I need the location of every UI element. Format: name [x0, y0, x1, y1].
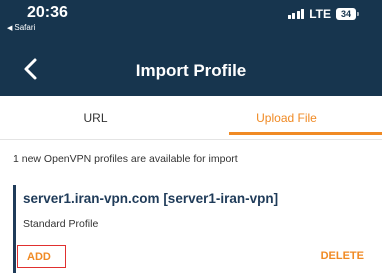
battery-level: 34 — [340, 9, 351, 19]
back-app-label: Safari — [14, 23, 36, 32]
back-to-app-link[interactable]: ◀ Safari — [7, 23, 35, 32]
top-bar: 20:36 ◀ Safari LTE 34 Import Profile — [0, 0, 382, 96]
status-time: 20:36 — [27, 4, 68, 21]
tab-divider — [0, 139, 382, 140]
active-tab-indicator — [229, 132, 382, 135]
profile-title: server1.iran-vpn.com [server1-iran-vpn] — [23, 191, 279, 206]
profile-card-accent — [13, 185, 16, 273]
tab-url[interactable]: URL — [0, 96, 191, 139]
page-title: Import Profile — [135, 61, 247, 80]
status-indicators: LTE 34 — [287, 7, 359, 21]
network-type: LTE — [309, 7, 331, 21]
add-button[interactable]: ADD — [17, 245, 66, 268]
back-triangle-icon: ◀ — [7, 24, 13, 32]
signal-icon — [287, 9, 305, 19]
delete-button[interactable]: DELETE — [321, 250, 364, 262]
add-button-label: ADD — [27, 250, 51, 263]
import-info-text: 1 new OpenVPN profiles are available for… — [13, 153, 238, 165]
battery-icon: 34 — [336, 8, 359, 20]
profile-subtitle: Standard Profile — [23, 218, 99, 230]
